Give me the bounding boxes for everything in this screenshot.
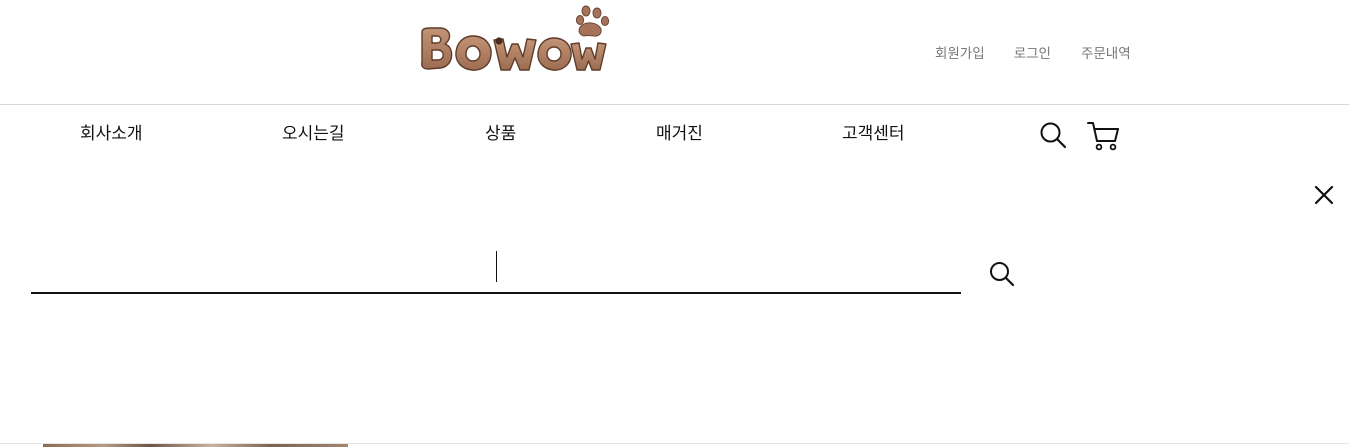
top-header: BOWOW 회원가입 로그인 주문내역 — [0, 0, 1349, 105]
bowow-logo-graphic — [421, 5, 610, 71]
main-nav: 회사소개 오시는길 상품 매거진 고객센터 — [0, 105, 1349, 165]
cart-icon[interactable] — [1087, 120, 1120, 152]
nav-item-product[interactable]: 상품 — [485, 123, 516, 145]
logo-text: BOWOW — [612, 4, 613, 5]
nav-item-company[interactable]: 회사소개 — [80, 123, 143, 145]
join-link[interactable]: 회원가입 — [935, 45, 985, 63]
search-icon[interactable] — [1039, 121, 1067, 149]
text-cursor — [496, 251, 497, 282]
nav-item-magazine[interactable]: 매거진 — [656, 123, 703, 145]
search-submit-icon[interactable] — [988, 260, 1016, 288]
brand-logo[interactable]: BOWOW — [416, 4, 612, 76]
login-link[interactable]: 로그인 — [1014, 45, 1051, 63]
utility-links: 회원가입 로그인 주문내역 — [935, 45, 1131, 63]
nav-item-location[interactable]: 오시는길 — [282, 123, 345, 145]
nav-item-customer-center[interactable]: 고객센터 — [842, 123, 905, 145]
close-icon[interactable] — [1313, 184, 1335, 206]
order-history-link[interactable]: 주문내역 — [1081, 45, 1131, 63]
